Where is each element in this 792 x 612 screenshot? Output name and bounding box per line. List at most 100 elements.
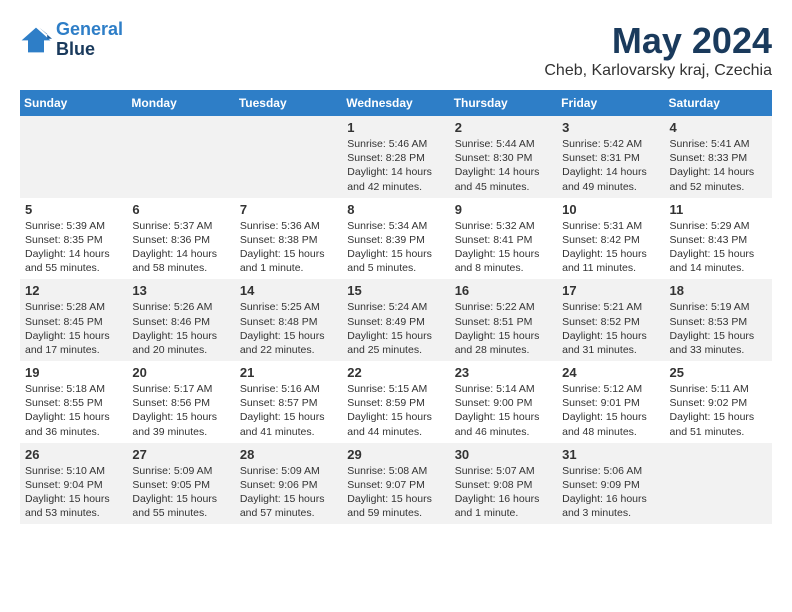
day-cell: 30Sunrise: 5:07 AMSunset: 9:08 PMDayligh… <box>450 443 557 525</box>
day-info: Sunrise: 5:09 AMSunset: 9:06 PMDaylight:… <box>240 464 337 521</box>
day-number: 2 <box>455 120 552 135</box>
day-cell: 3 Sunrise: 5:42 AMSunset: 8:31 PMDaylight… <box>557 116 664 198</box>
day-cell: 19Sunrise: 5:18 AMSunset: 8:55 PMDayligh… <box>20 361 127 443</box>
header-cell-tuesday: Tuesday <box>235 90 342 116</box>
day-info: Sunrise: 5:42 AMSunset: 8:31 PMDaylight:… <box>562 137 659 194</box>
day-cell: 31 Sunrise: 5:06 AMSunset: 9:09 PMDayligh… <box>557 443 664 525</box>
header-cell-monday: Monday <box>127 90 234 116</box>
day-cell: 21Sunrise: 5:16 AMSunset: 8:57 PMDayligh… <box>235 361 342 443</box>
week-row-1: 5Sunrise: 5:39 AMSunset: 8:35 PMDaylight… <box>20 198 772 280</box>
header-cell-friday: Friday <box>557 90 664 116</box>
day-info: Sunrise: 5:24 AMSunset: 8:49 PMDaylight:… <box>347 300 444 357</box>
day-info: Sunrise: 5:17 AMSunset: 8:56 PMDaylight:… <box>132 382 229 439</box>
day-number: 13 <box>132 283 229 298</box>
day-number: 23 <box>455 365 552 380</box>
day-number: 25 <box>670 365 767 380</box>
day-info: Sunrise: 5:21 AMSunset: 8:52 PMDaylight:… <box>562 300 659 357</box>
day-info: Sunrise: 5:34 AMSunset: 8:39 PMDaylight:… <box>347 219 444 276</box>
day-cell: 26 Sunrise: 5:10 AMSunset: 9:04 PMDayligh… <box>20 443 127 525</box>
day-number: 24 <box>562 365 659 380</box>
header-cell-thursday: Thursday <box>450 90 557 116</box>
week-row-3: 19Sunrise: 5:18 AMSunset: 8:55 PMDayligh… <box>20 361 772 443</box>
week-row-2: 12 Sunrise: 5:28 AMSunset: 8:45 PMDayligh… <box>20 279 772 361</box>
day-cell: 6Sunrise: 5:37 AMSunset: 8:36 PMDaylight… <box>127 198 234 280</box>
day-cell: 28 Sunrise: 5:09 AMSunset: 9:06 PMDayligh… <box>235 443 342 525</box>
day-number: 18 <box>670 283 767 298</box>
day-cell <box>235 116 342 198</box>
day-cell: 18Sunrise: 5:19 AMSunset: 8:53 PMDayligh… <box>665 279 772 361</box>
day-cell: 11Sunrise: 5:29 AMSunset: 8:43 PMDayligh… <box>665 198 772 280</box>
calendar-table: SundayMondayTuesdayWednesdayThursdayFrid… <box>20 90 772 524</box>
location: Cheb, Karlovarsky kraj, Czechia <box>544 62 772 80</box>
day-number: 27 <box>132 447 229 462</box>
day-cell: 12 Sunrise: 5:28 AMSunset: 8:45 PMDayligh… <box>20 279 127 361</box>
day-number: 28 <box>240 447 337 462</box>
day-cell: 15 Sunrise: 5:24 AMSunset: 8:49 PMDayligh… <box>342 279 449 361</box>
day-number: 17 <box>562 283 659 298</box>
day-info: Sunrise: 5:22 AMSunset: 8:51 PMDaylight:… <box>455 300 552 357</box>
day-number: 14 <box>240 283 337 298</box>
logo-text: General Blue <box>56 20 123 60</box>
day-number: 10 <box>562 202 659 217</box>
day-number: 1 <box>347 120 444 135</box>
day-cell: 14Sunrise: 5:25 AMSunset: 8:48 PMDayligh… <box>235 279 342 361</box>
day-info: Sunrise: 5:09 AMSunset: 9:05 PMDaylight:… <box>132 464 229 521</box>
day-cell: 13Sunrise: 5:26 AMSunset: 8:46 PMDayligh… <box>127 279 234 361</box>
day-number: 20 <box>132 365 229 380</box>
day-number: 7 <box>240 202 337 217</box>
day-info: Sunrise: 5:37 AMSunset: 8:36 PMDaylight:… <box>132 219 229 276</box>
week-row-0: 1Sunrise: 5:46 AMSunset: 8:28 PMDaylight… <box>20 116 772 198</box>
day-cell: 20 Sunrise: 5:17 AMSunset: 8:56 PMDayligh… <box>127 361 234 443</box>
day-number: 16 <box>455 283 552 298</box>
day-cell: 17 Sunrise: 5:21 AMSunset: 8:52 PMDayligh… <box>557 279 664 361</box>
title-block: May 2024 Cheb, Karlovarsky kraj, Czechia <box>544 20 772 80</box>
logo-icon <box>20 26 52 54</box>
day-cell: 7 Sunrise: 5:36 AMSunset: 8:38 PMDaylight… <box>235 198 342 280</box>
page-header: General Blue May 2024 Cheb, Karlovarsky … <box>20 20 772 80</box>
day-number: 15 <box>347 283 444 298</box>
day-info: Sunrise: 5:10 AMSunset: 9:04 PMDaylight:… <box>25 464 122 521</box>
week-row-4: 26 Sunrise: 5:10 AMSunset: 9:04 PMDayligh… <box>20 443 772 525</box>
day-cell: 29 Sunrise: 5:08 AMSunset: 9:07 PMDayligh… <box>342 443 449 525</box>
logo: General Blue <box>20 20 123 60</box>
day-cell: 10 Sunrise: 5:31 AMSunset: 8:42 PMDayligh… <box>557 198 664 280</box>
day-number: 8 <box>347 202 444 217</box>
day-info: Sunrise: 5:28 AMSunset: 8:45 PMDaylight:… <box>25 300 122 357</box>
day-info: Sunrise: 5:36 AMSunset: 8:38 PMDaylight:… <box>240 219 337 276</box>
day-number: 5 <box>25 202 122 217</box>
day-cell: 16 Sunrise: 5:22 AMSunset: 8:51 PMDayligh… <box>450 279 557 361</box>
day-cell: 24 Sunrise: 5:12 AMSunset: 9:01 PMDayligh… <box>557 361 664 443</box>
day-number: 22 <box>347 365 444 380</box>
day-info: Sunrise: 5:29 AMSunset: 8:43 PMDaylight:… <box>670 219 767 276</box>
day-number: 3 <box>562 120 659 135</box>
day-number: 26 <box>25 447 122 462</box>
day-number: 12 <box>25 283 122 298</box>
day-info: Sunrise: 5:12 AMSunset: 9:01 PMDaylight:… <box>562 382 659 439</box>
day-info: Sunrise: 5:06 AMSunset: 9:09 PMDaylight:… <box>562 464 659 521</box>
day-info: Sunrise: 5:41 AMSunset: 8:33 PMDaylight:… <box>670 137 767 194</box>
day-number: 29 <box>347 447 444 462</box>
day-cell <box>20 116 127 198</box>
day-info: Sunrise: 5:44 AMSunset: 8:30 PMDaylight:… <box>455 137 552 194</box>
header-cell-saturday: Saturday <box>665 90 772 116</box>
day-number: 21 <box>240 365 337 380</box>
day-cell: 22 Sunrise: 5:15 AMSunset: 8:59 PMDayligh… <box>342 361 449 443</box>
header-cell-sunday: Sunday <box>20 90 127 116</box>
day-cell: 8 Sunrise: 5:34 AMSunset: 8:39 PMDaylight… <box>342 198 449 280</box>
day-info: Sunrise: 5:07 AMSunset: 9:08 PMDaylight:… <box>455 464 552 521</box>
day-number: 9 <box>455 202 552 217</box>
day-cell: 1Sunrise: 5:46 AMSunset: 8:28 PMDaylight… <box>342 116 449 198</box>
day-cell: 5Sunrise: 5:39 AMSunset: 8:35 PMDaylight… <box>20 198 127 280</box>
day-cell: 25Sunrise: 5:11 AMSunset: 9:02 PMDayligh… <box>665 361 772 443</box>
day-cell <box>127 116 234 198</box>
day-info: Sunrise: 5:08 AMSunset: 9:07 PMDaylight:… <box>347 464 444 521</box>
header-cell-wednesday: Wednesday <box>342 90 449 116</box>
day-number: 31 <box>562 447 659 462</box>
day-info: Sunrise: 5:32 AMSunset: 8:41 PMDaylight:… <box>455 219 552 276</box>
day-cell: 27 Sunrise: 5:09 AMSunset: 9:05 PMDayligh… <box>127 443 234 525</box>
day-cell: 9 Sunrise: 5:32 AMSunset: 8:41 PMDaylight… <box>450 198 557 280</box>
day-number: 19 <box>25 365 122 380</box>
day-info: Sunrise: 5:31 AMSunset: 8:42 PMDaylight:… <box>562 219 659 276</box>
day-info: Sunrise: 5:15 AMSunset: 8:59 PMDaylight:… <box>347 382 444 439</box>
day-number: 4 <box>670 120 767 135</box>
